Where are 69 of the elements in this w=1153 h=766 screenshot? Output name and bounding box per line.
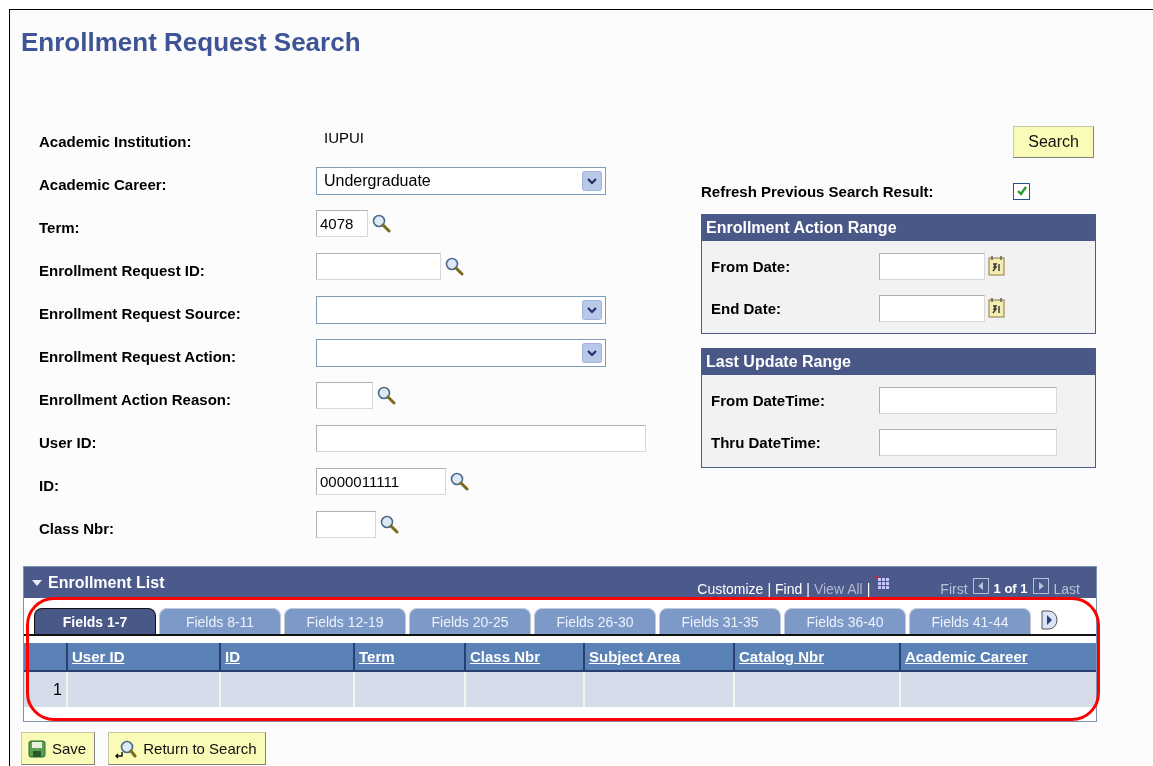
page-count: 1 of 1 <box>993 581 1028 596</box>
dropdown[interactable]: Undergraduate <box>316 166 606 195</box>
toolbar-link[interactable]: Customize <box>697 580 764 597</box>
search-icon[interactable] <box>449 470 469 491</box>
field-label: Academic Institution: <box>39 133 193 150</box>
first-link[interactable]: First <box>940 580 968 597</box>
dropdown[interactable] <box>316 295 606 324</box>
search-icon[interactable] <box>379 513 399 534</box>
column-header[interactable]: ID <box>225 647 240 665</box>
datetime-field[interactable] <box>879 428 1057 456</box>
grid-title: Enrollment List <box>48 573 165 592</box>
tab[interactable]: Fields 26-30 <box>534 608 656 634</box>
separator: | <box>767 580 772 597</box>
input-field[interactable] <box>316 425 646 452</box>
return-button[interactable]: Return to Search <box>108 732 266 765</box>
input-field[interactable]: 4078 <box>316 210 368 237</box>
chevron-down-icon <box>582 342 602 363</box>
calendar-icon[interactable] <box>988 297 1006 319</box>
collapse-icon[interactable] <box>32 578 42 587</box>
field-label: Thru DateTime: <box>711 433 822 451</box>
search-back-icon <box>115 738 138 759</box>
field-label: From DateTime: <box>711 391 826 409</box>
search-button[interactable]: Search <box>1013 126 1094 158</box>
group-title: Last Update Range <box>702 349 1095 375</box>
field-label: Class Nbr: <box>39 520 116 537</box>
field-label: Enrollment Request Source: <box>39 305 242 322</box>
field-label: Enrollment Request Action: <box>39 348 237 365</box>
toolbar-link[interactable]: Find <box>775 580 803 597</box>
tab[interactable]: Fields 1-7 <box>34 608 156 634</box>
search-icon[interactable] <box>444 255 464 276</box>
previous-icon[interactable] <box>972 577 989 594</box>
input-field[interactable] <box>316 511 376 538</box>
field-label: Enrollment Action Reason: <box>39 391 232 408</box>
tab[interactable]: Fields 12-19 <box>284 608 406 634</box>
field-label: User ID: <box>39 434 98 451</box>
next-icon[interactable] <box>1032 577 1049 594</box>
field-label: Term: <box>39 219 81 236</box>
checkbox-label: Refresh Previous Search Result: <box>701 182 935 200</box>
dropdown[interactable] <box>316 338 606 367</box>
tab[interactable]: Fields 8-11 <box>159 608 281 634</box>
input-field[interactable]: 0000011111 <box>316 468 446 495</box>
group-title: Enrollment Action Range <box>702 215 1095 241</box>
last-link[interactable]: Last <box>1053 580 1080 597</box>
tab[interactable]: Fields 41-44 <box>909 608 1031 634</box>
field-label: From Date: <box>711 257 792 275</box>
page-title: Enrollment Request Search <box>21 26 362 59</box>
save-button[interactable]: Save <box>21 732 96 765</box>
scroll-right-icon[interactable] <box>1040 610 1058 630</box>
chevron-down-icon <box>582 170 602 191</box>
search-icon[interactable] <box>376 384 396 405</box>
input-field[interactable] <box>316 253 441 280</box>
separator: | <box>806 580 810 597</box>
date-field[interactable] <box>879 252 985 280</box>
field-label: Enrollment Request ID: <box>39 262 206 279</box>
checkbox[interactable] <box>1013 182 1030 200</box>
field-value: IUPUI <box>323 129 364 146</box>
field-label: Academic Career: <box>39 176 168 193</box>
datetime-field[interactable] <box>879 386 1057 414</box>
chevron-down-icon <box>582 299 602 320</box>
date-field[interactable] <box>879 294 985 322</box>
field-label: ID: <box>39 477 60 494</box>
tab[interactable]: Fields 31-35 <box>659 608 781 634</box>
separator: | <box>866 580 871 597</box>
tab[interactable]: Fields 20-25 <box>409 608 531 634</box>
tab[interactable]: Fields 36-40 <box>784 608 906 634</box>
input-field[interactable] <box>316 382 373 409</box>
calendar-icon[interactable] <box>988 255 1006 277</box>
field-label: End Date: <box>711 299 782 317</box>
search-icon[interactable] <box>371 212 391 233</box>
